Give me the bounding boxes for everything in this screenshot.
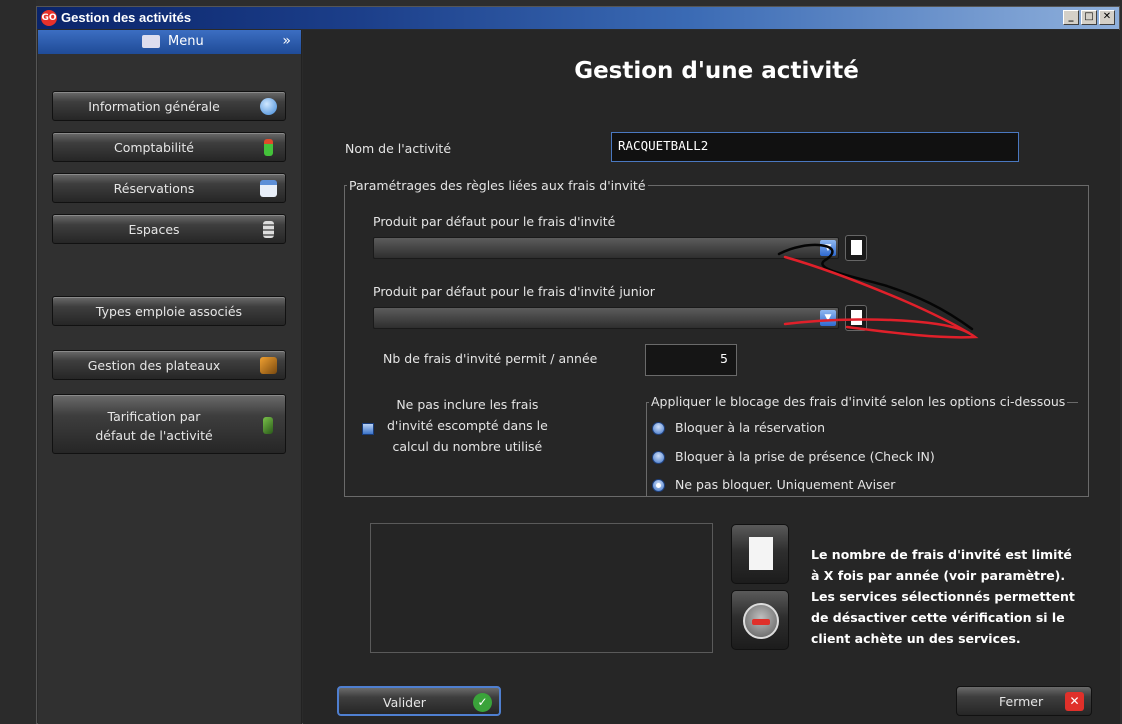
sidebar-item-tarification[interactable]: Tarification par défaut de l'activité bbox=[52, 394, 286, 454]
close-x-icon: ✕ bbox=[1065, 692, 1084, 711]
sidebar-item-label: Information générale bbox=[88, 99, 220, 114]
block-reservation-label: Bloquer à la réservation bbox=[675, 420, 825, 435]
sidebar-item-label: Tarification par défaut de l'activité bbox=[95, 409, 213, 443]
sidebar-item-label: Comptabilité bbox=[114, 140, 194, 155]
document-icon bbox=[851, 240, 862, 255]
guest-fee-group-legend: Paramétrages des règles liées aux frais … bbox=[347, 178, 648, 193]
activity-name-label: Nom de l'activité bbox=[345, 141, 452, 156]
close-button[interactable]: Fermer ✕ bbox=[956, 686, 1092, 716]
validate-button[interactable]: Valider ✓ bbox=[337, 686, 501, 716]
exclude-discount-label: Ne pas inclure les frais d'invité escomp… bbox=[387, 397, 548, 454]
maximize-icon[interactable]: □ bbox=[1081, 10, 1097, 25]
minimize-icon[interactable]: _ bbox=[1063, 10, 1079, 25]
chevron-down-icon[interactable]: ▼ bbox=[820, 310, 836, 326]
sidebar-item-comptabilite[interactable]: Comptabilité bbox=[52, 132, 286, 162]
default-product-document-button[interactable] bbox=[845, 235, 867, 261]
blocking-group-legend: Appliquer le blocage des frais d'invité … bbox=[649, 394, 1068, 409]
minus-bar bbox=[752, 619, 770, 625]
add-service-button[interactable] bbox=[731, 524, 789, 584]
window-controls: _ □ ✕ bbox=[1063, 10, 1115, 25]
sidebar-item-information-generale[interactable]: Information générale bbox=[52, 91, 286, 121]
app-logo-icon: GO bbox=[41, 10, 57, 26]
yearly-limit-input[interactable]: 5 bbox=[645, 344, 737, 376]
exclude-discount-checkbox[interactable] bbox=[362, 423, 374, 435]
sidebar-item-espaces[interactable]: Espaces bbox=[52, 214, 286, 244]
validate-button-label: Valider bbox=[383, 695, 426, 710]
remove-icon bbox=[743, 603, 779, 639]
info-text: Le nombre de frais d'invité est limité à… bbox=[811, 547, 1075, 646]
default-product-label: Produit par défaut pour le frais d'invit… bbox=[373, 214, 616, 229]
globe-icon bbox=[260, 98, 277, 115]
junior-product-dropdown[interactable]: ▼ bbox=[373, 307, 839, 329]
pencil-icon bbox=[263, 417, 273, 434]
menu-icon bbox=[142, 35, 160, 48]
sidebar-item-label: Réservations bbox=[113, 181, 195, 196]
chevron-down-icon[interactable]: ▼ bbox=[820, 240, 836, 256]
page-title: Gestion d'une activité bbox=[574, 58, 859, 84]
calendar-icon bbox=[260, 180, 277, 197]
main-panel: Gestion d'une activité Nom de l'activité… bbox=[303, 30, 1120, 724]
sidebar-item-types-emploie[interactable]: Types emploie associés bbox=[52, 296, 286, 326]
notify-only-label: Ne pas bloquer. Uniquement Aviser bbox=[675, 477, 896, 492]
yearly-limit-label: Nb de frais d'invité permit / année bbox=[383, 351, 598, 366]
junior-product-label: Produit par défaut pour le frais d'invit… bbox=[373, 284, 655, 299]
block-checkin-radio[interactable] bbox=[652, 451, 665, 464]
menu-header-label: Menu bbox=[168, 34, 204, 49]
main-window: GO Gestion des activités _ □ ✕ Menu » In… bbox=[36, 6, 1120, 724]
sidebar-item-reservations[interactable]: Réservations bbox=[52, 173, 286, 203]
checkmark-icon: ✓ bbox=[473, 693, 492, 712]
default-product-dropdown[interactable]: ▼ bbox=[373, 237, 839, 259]
close-button-label: Fermer bbox=[999, 694, 1044, 709]
services-listbox[interactable] bbox=[370, 523, 713, 653]
building-icon bbox=[263, 221, 274, 238]
battery-icon bbox=[264, 139, 273, 156]
menu-header[interactable]: Menu » bbox=[38, 30, 301, 54]
title-bar[interactable]: GO Gestion des activités _ □ ✕ bbox=[37, 7, 1119, 29]
blocking-group-leftline bbox=[646, 402, 647, 497]
sidebar-item-label: Espaces bbox=[128, 222, 180, 237]
app-root: GO Gestion des activités _ □ ✕ Menu » In… bbox=[0, 0, 1122, 724]
sidebar-item-label: Types emploie associés bbox=[95, 304, 243, 319]
background-edge bbox=[0, 0, 36, 724]
notify-only-radio[interactable] bbox=[652, 479, 665, 492]
sidebar-item-gestion-plateaux[interactable]: Gestion des plateaux bbox=[52, 350, 286, 380]
junior-product-document-button[interactable] bbox=[845, 305, 867, 331]
remove-service-button[interactable] bbox=[731, 590, 789, 650]
chevron-double-down-icon[interactable]: » bbox=[282, 33, 291, 49]
close-window-icon[interactable]: ✕ bbox=[1099, 10, 1115, 25]
sidebar-item-label: Gestion des plateaux bbox=[87, 358, 221, 373]
window-title: Gestion des activités bbox=[61, 10, 192, 25]
block-checkin-label: Bloquer à la prise de présence (Check IN… bbox=[675, 449, 935, 464]
sidebar: Menu » Information générale Comptabilité… bbox=[38, 30, 302, 724]
people-icon bbox=[260, 357, 277, 374]
block-reservation-radio[interactable] bbox=[652, 422, 665, 435]
document-icon bbox=[851, 310, 862, 325]
new-document-icon bbox=[749, 537, 773, 570]
activity-name-input[interactable]: RACQUETBALL2 bbox=[611, 132, 1019, 162]
